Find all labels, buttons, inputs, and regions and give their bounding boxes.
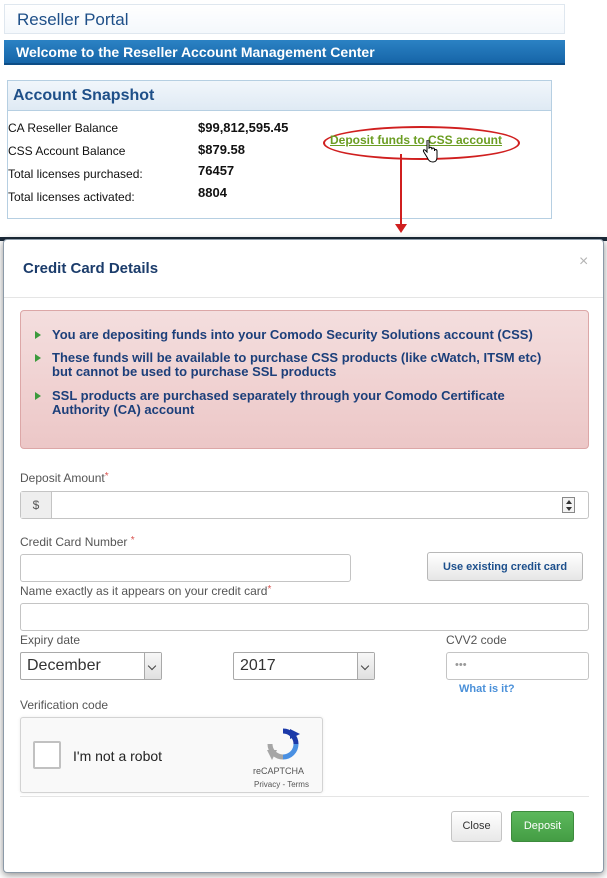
account-snapshot-heading: Account Snapshot [8, 81, 551, 111]
recaptcha-checkbox[interactable] [33, 741, 61, 769]
cardholder-name-label-text: Name exactly as it appears on your credi… [20, 584, 268, 598]
snapshot-row-value: $99,812,595.45 [198, 120, 289, 135]
expiry-month-select[interactable]: December [20, 652, 162, 680]
expiry-year-value: 2017 [240, 657, 276, 674]
deposit-amount-label: Deposit Amount* [20, 471, 109, 485]
verification-code-label: Verification code [20, 698, 109, 712]
expiry-month-value: December [27, 657, 101, 674]
spinner-down-icon[interactable] [566, 507, 572, 511]
recaptcha-widget: I'm not a robot reCAPTCHA Privacy - Term… [20, 717, 323, 793]
cardholder-name-input[interactable] [20, 603, 589, 631]
bullet-arrow-icon [35, 392, 41, 400]
recaptcha-logo-icon [267, 728, 300, 760]
expiry-year-select[interactable]: 2017 [233, 652, 375, 680]
alert-item-text: You are depositing funds into your Comod… [52, 327, 533, 342]
card-number-label: Credit Card Number * [20, 535, 135, 549]
welcome-banner: Welcome to the Reseller Account Manageme… [4, 40, 565, 65]
what-is-it-link[interactable]: What is it? [459, 683, 515, 695]
modal-footer-divider [20, 796, 589, 797]
snapshot-row-value: $879.58 [198, 142, 245, 157]
alert-item-text: SSL products are purchased separately th… [52, 388, 505, 417]
expiry-date-label: Expiry date [20, 633, 81, 647]
card-number-input[interactable] [20, 554, 351, 582]
snapshot-row-value: 8804 [198, 185, 227, 200]
credit-card-modal: Credit Card Details × You are depositing… [3, 239, 604, 873]
alert-item: You are depositing funds into your Comod… [35, 328, 565, 342]
bullet-arrow-icon [35, 354, 41, 362]
chevron-down-icon[interactable] [357, 653, 374, 679]
card-number-label-text: Credit Card Number [20, 535, 128, 549]
deposit-button[interactable]: Deposit [511, 811, 574, 842]
close-icon[interactable]: × [579, 253, 588, 271]
snapshot-row-label: CSS Account Balance [8, 144, 126, 158]
account-snapshot-panel: Account Snapshot CA Reseller Balance $99… [7, 80, 552, 219]
deposit-amount-field[interactable]: $ [20, 491, 589, 519]
close-button[interactable]: Close [451, 811, 502, 842]
use-existing-card-button[interactable]: Use existing credit card [427, 552, 583, 581]
alert-item: These funds will be available to purchas… [35, 351, 565, 379]
hand-cursor-icon [422, 140, 438, 163]
amount-spinner[interactable] [562, 497, 575, 513]
deposit-funds-link[interactable]: Deposit funds to CSS account [330, 133, 502, 147]
recaptcha-privacy-terms[interactable]: Privacy - Terms [254, 780, 309, 789]
portal-title: Reseller Portal [4, 4, 565, 34]
required-marker: * [267, 584, 272, 595]
snapshot-row-label: Total licenses activated: [8, 190, 135, 204]
cardholder-name-label: Name exactly as it appears on your credi… [20, 584, 271, 598]
callout-arrow-line [400, 154, 402, 226]
cvv-label: CVV2 code [446, 633, 507, 647]
deposit-amount-label-text: Deposit Amount [20, 471, 105, 485]
callout-arrow-head [395, 224, 407, 233]
snapshot-row-label: CA Reseller Balance [8, 121, 119, 135]
snapshot-row-value: 76457 [198, 163, 235, 178]
recaptcha-label: I'm not a robot [73, 748, 163, 764]
cvv-input[interactable]: ••• [446, 652, 589, 680]
required-marker: * [104, 471, 109, 482]
recaptcha-brand: reCAPTCHA [253, 766, 305, 776]
chevron-down-icon[interactable] [144, 653, 161, 679]
spinner-up-icon[interactable] [566, 500, 572, 504]
modal-header-divider [4, 297, 603, 298]
alert-item: SSL products are purchased separately th… [35, 389, 565, 417]
bullet-arrow-icon [35, 331, 41, 339]
modal-title: Credit Card Details [23, 260, 159, 277]
required-marker: * [130, 535, 135, 546]
currency-addon: $ [21, 492, 52, 518]
info-alert: You are depositing funds into your Comod… [20, 310, 589, 449]
snapshot-row-label: Total licenses purchased: [8, 167, 143, 181]
alert-item-text: These funds will be available to purchas… [52, 350, 542, 379]
